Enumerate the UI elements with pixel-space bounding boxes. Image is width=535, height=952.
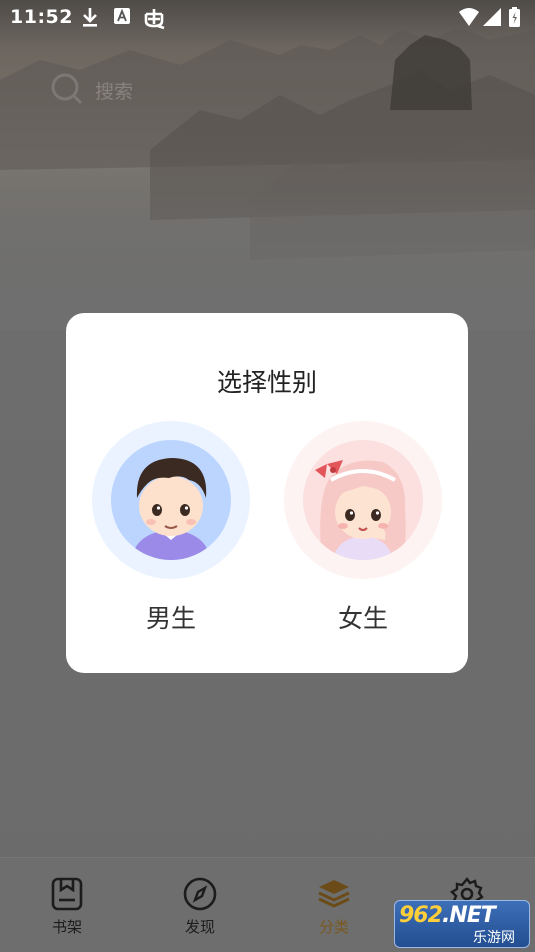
layers-icon bbox=[316, 876, 352, 912]
female-option[interactable]: 女生 bbox=[284, 421, 444, 641]
search-bar[interactable]: 搜索 bbox=[50, 70, 250, 110]
bug-icon bbox=[142, 6, 168, 34]
status-bar: 11:52 bbox=[0, 0, 535, 36]
tab-category-label: 分类 bbox=[318, 918, 349, 936]
girl-avatar bbox=[303, 440, 423, 560]
a-badge-icon bbox=[113, 6, 131, 30]
search-placeholder: 搜索 bbox=[95, 81, 134, 103]
battery-icon bbox=[509, 7, 520, 27]
status-time: 11:52 bbox=[10, 6, 73, 28]
tab-bookshelf-label: 书架 bbox=[51, 918, 82, 936]
search-icon bbox=[50, 72, 84, 110]
watermark-bottom: 乐游网 bbox=[473, 930, 515, 946]
male-label: 男生 bbox=[145, 604, 196, 633]
compass-icon bbox=[182, 876, 218, 912]
download-icon bbox=[80, 6, 100, 32]
male-option[interactable]: 男生 bbox=[92, 421, 252, 641]
dialog-title: 选择性别 bbox=[216, 368, 317, 397]
signal-icon bbox=[483, 8, 501, 26]
watermark-top: 962.NET bbox=[399, 903, 496, 928]
tab-category[interactable]: 分类 bbox=[279, 858, 389, 952]
boy-avatar bbox=[111, 440, 231, 560]
wifi-icon bbox=[459, 8, 479, 26]
site-watermark-logo: 962.NET 乐游网 bbox=[394, 900, 530, 948]
bookshelf-icon bbox=[49, 876, 85, 912]
tab-bookshelf[interactable]: 书架 bbox=[12, 858, 122, 952]
tab-discover-label: 发现 bbox=[184, 918, 215, 936]
tab-discover[interactable]: 发现 bbox=[145, 858, 255, 952]
status-right-icons bbox=[457, 6, 527, 34]
gender-select-dialog: 选择性别 男生 女生 bbox=[66, 313, 468, 673]
female-label: 女生 bbox=[337, 604, 388, 633]
